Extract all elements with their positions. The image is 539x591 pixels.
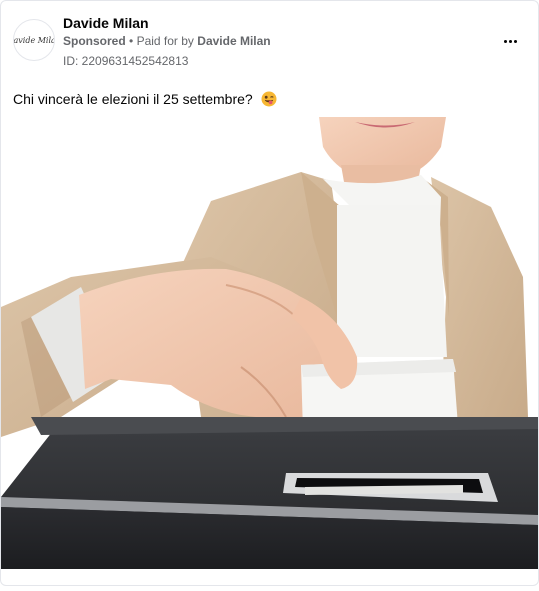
post-image[interactable] <box>1 117 538 569</box>
author-name[interactable]: Davide Milan <box>63 15 149 31</box>
avatar-signature: Davide Milan <box>13 35 54 45</box>
post-caption: Chi vincerà le elezioni il 25 settembre? <box>13 91 277 110</box>
sponsor-line: Sponsored • Paid for by Davide Milan <box>63 34 271 48</box>
caption-text: Chi vincerà le elezioni il 25 settembre? <box>13 91 253 107</box>
separator-dot: • <box>129 34 134 48</box>
ad-id: ID: 2209631452542813 <box>63 54 189 68</box>
sponsored-post-card: Davide Milan Davide Milan Sponsored • Pa… <box>0 0 539 586</box>
avatar[interactable]: Davide Milan <box>13 19 55 61</box>
winking-face-with-tongue-icon <box>261 91 277 110</box>
sponsored-label: Sponsored <box>63 34 126 48</box>
ballot-photo-illustration <box>1 117 538 569</box>
paid-for-label: Paid for by <box>136 34 194 48</box>
paid-for-name[interactable]: Davide Milan <box>197 34 270 48</box>
more-options-icon[interactable] <box>498 31 522 51</box>
post-header: Davide Milan Davide Milan Sponsored • Pa… <box>13 13 528 73</box>
